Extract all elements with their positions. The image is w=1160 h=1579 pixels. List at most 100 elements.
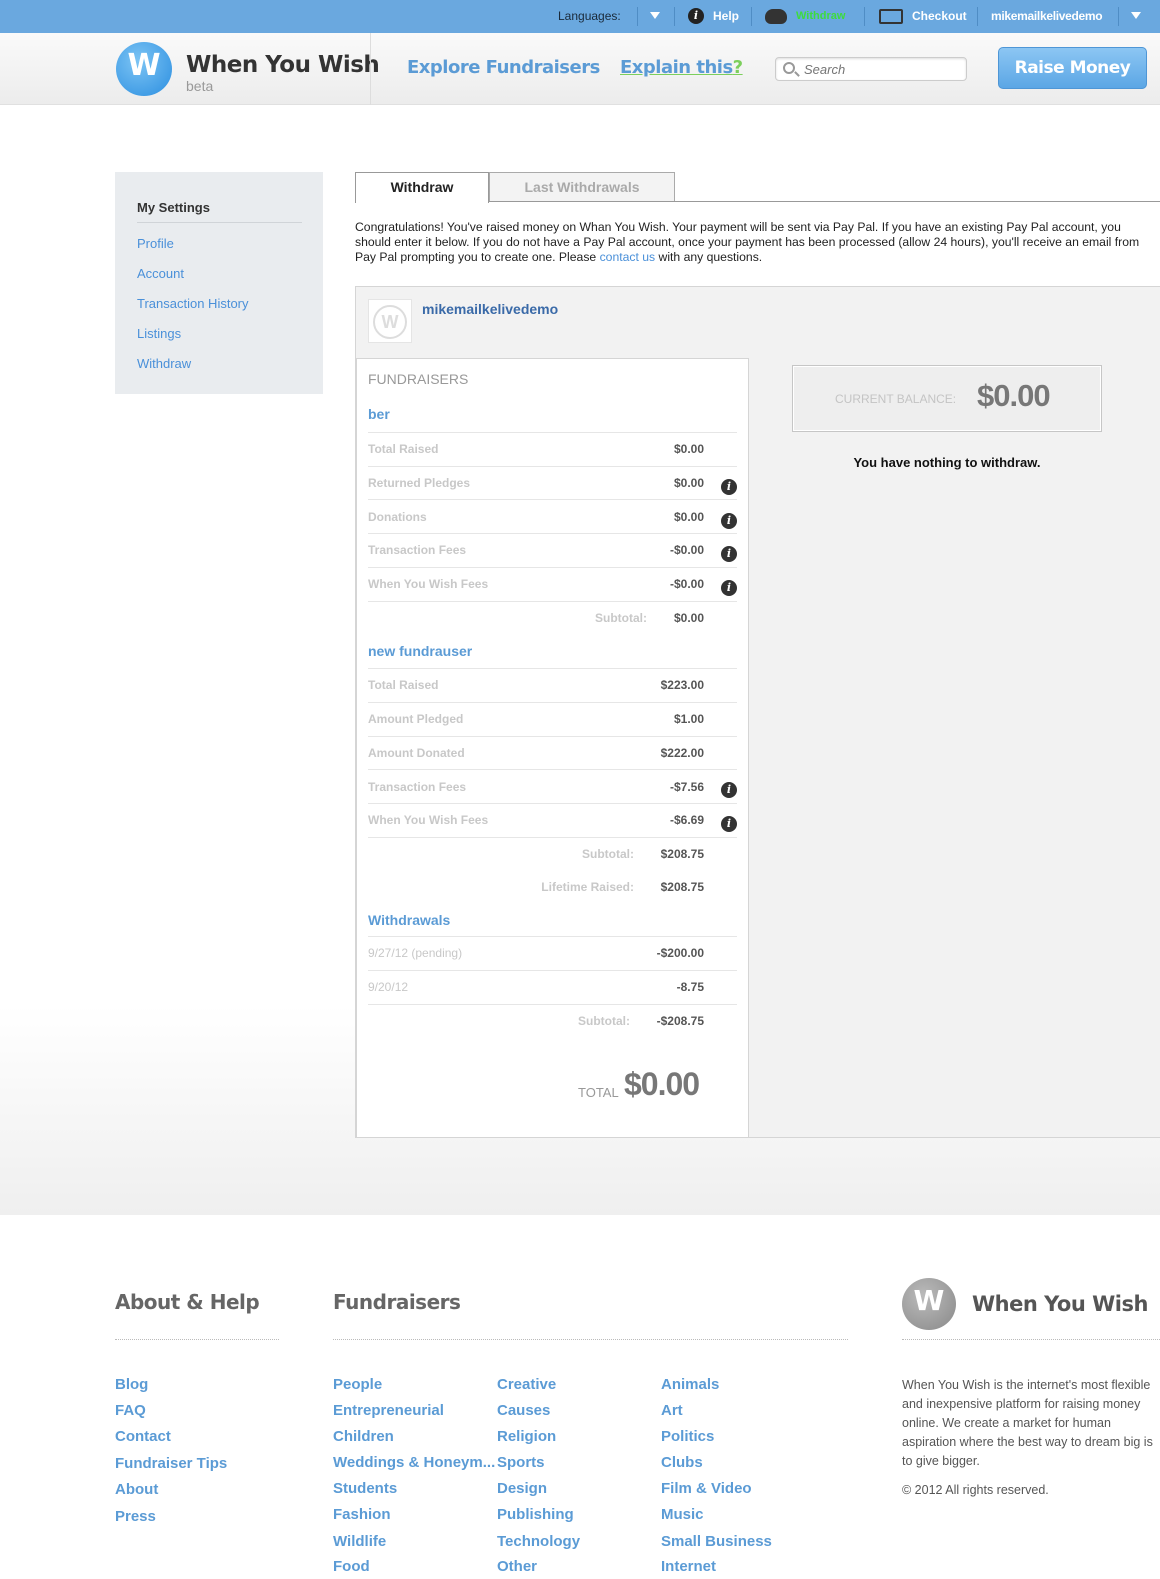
row-divider	[368, 803, 737, 804]
footer-link-press[interactable]: Press	[115, 1508, 156, 1525]
raise-money-button[interactable]: Raise Money	[998, 47, 1147, 89]
footer-category-link[interactable]: Art	[661, 1402, 683, 1419]
languages-dropdown[interactable]	[650, 12, 660, 19]
search-input[interactable]	[804, 61, 959, 77]
site-header: W When You Wish beta Explore Fundraisers…	[0, 33, 1160, 105]
current-balance-label: CURRENT BALANCE:	[835, 392, 957, 406]
row-label: When You Wish Fees	[368, 813, 489, 827]
explain-this-link[interactable]: Explain this?	[620, 57, 743, 78]
footer-category-link[interactable]: Weddings & Honeym...	[333, 1454, 495, 1471]
subtotal-value: $208.75	[660, 847, 704, 861]
checkout-link[interactable]: Checkout	[912, 0, 967, 33]
fundraiser-name[interactable]: ber	[368, 406, 390, 422]
search-icon	[783, 62, 795, 74]
sidebar-item-account[interactable]: Account	[137, 266, 184, 281]
avatar-logo-icon: W	[373, 305, 407, 339]
beta-label: beta	[186, 78, 214, 94]
footer-category-link[interactable]: Politics	[661, 1428, 714, 1445]
footer-category-link[interactable]: Creative	[497, 1376, 556, 1393]
explore-fundraisers-link[interactable]: Explore Fundraisers	[407, 57, 600, 78]
intro-text-end: with any questions.	[655, 250, 763, 264]
footer-category-link[interactable]: Film & Video	[661, 1480, 752, 1497]
user-menu-name[interactable]: mikemailkelivedemo	[991, 0, 1103, 33]
footer-category-link[interactable]: Religion	[497, 1428, 556, 1445]
sidebar-item-listings[interactable]: Listings	[137, 326, 181, 341]
footer-about-heading: About & Help	[115, 1290, 260, 1314]
divider	[864, 7, 865, 26]
row-divider	[368, 668, 737, 669]
sidebar-item-transaction-history[interactable]: Transaction History	[137, 296, 249, 311]
info-icon[interactable]: i	[721, 580, 737, 596]
footer-category-link[interactable]: Entrepreneurial	[333, 1402, 444, 1419]
fundraisers-title: FUNDRAISERS	[368, 371, 469, 387]
row-value: -$7.56	[669, 780, 704, 794]
logo-text[interactable]: When You Wish	[186, 52, 380, 78]
row-divider	[368, 567, 737, 568]
divider	[637, 7, 638, 26]
sidebar-item-withdraw[interactable]: Withdraw	[137, 356, 191, 371]
footer-category-link[interactable]: Children	[333, 1428, 394, 1445]
info-icon[interactable]: i	[721, 546, 737, 562]
account-username[interactable]: mikemailkelivedemo	[422, 301, 558, 317]
footer-link-faq[interactable]: FAQ	[115, 1402, 146, 1419]
tab-last-withdrawals[interactable]: Last Withdrawals	[489, 172, 675, 202]
row-divider	[368, 432, 737, 433]
divider	[902, 1339, 1160, 1340]
search-box[interactable]	[775, 57, 967, 81]
footer-category-link[interactable]: Clubs	[661, 1454, 703, 1471]
tab-withdraw[interactable]: Withdraw	[355, 172, 489, 203]
withdraw-link[interactable]: Withdraw	[796, 0, 845, 33]
divider	[333, 1339, 848, 1340]
footer-category-link[interactable]: Small Business	[661, 1533, 772, 1550]
info-icon[interactable]: i	[721, 816, 737, 832]
info-icon[interactable]: i	[721, 782, 737, 798]
footer-category-link[interactable]: Sports	[497, 1454, 545, 1471]
withdrawal-date: 9/20/12	[368, 980, 409, 994]
row-label: Transaction Fees	[368, 543, 467, 557]
footer-category-link[interactable]: People	[333, 1376, 382, 1393]
row-divider	[368, 837, 737, 838]
row-value: $222.00	[660, 746, 704, 760]
footer-category-link[interactable]: Causes	[497, 1402, 550, 1419]
footer-category-link[interactable]: Wildlife	[333, 1533, 386, 1550]
footer-link-contact[interactable]: Contact	[115, 1428, 171, 1445]
row-divider	[368, 601, 737, 602]
total-label: TOTAL	[578, 1085, 619, 1100]
row-value: $223.00	[660, 678, 704, 692]
user-menu-dropdown[interactable]	[1131, 12, 1141, 19]
contact-us-link[interactable]: contact us	[600, 250, 656, 264]
divider	[1118, 7, 1119, 26]
card-icon	[879, 9, 903, 24]
footer-link-fundraiser-tips[interactable]: Fundraiser Tips	[115, 1455, 227, 1472]
row-divider	[368, 936, 737, 937]
current-balance-value: $0.00	[977, 378, 1051, 413]
footer-category-link[interactable]: Fashion	[333, 1506, 391, 1523]
explain-this-label: Explain this	[620, 57, 733, 78]
footer-logo-icon: W	[902, 1278, 956, 1330]
subtotal-value: -$208.75	[656, 1014, 704, 1028]
footer-category-link[interactable]: Food	[333, 1558, 370, 1575]
info-icon[interactable]: i	[721, 513, 737, 529]
footer-link-blog[interactable]: Blog	[115, 1376, 148, 1393]
sidebar-title: My Settings	[137, 200, 210, 215]
row-divider	[368, 769, 737, 770]
footer-about-text: When You Wish is the internet's most fle…	[902, 1378, 1153, 1468]
footer-category-link[interactable]: Technology	[497, 1533, 580, 1550]
row-divider	[368, 499, 737, 500]
footer-category-link[interactable]: Publishing	[497, 1506, 574, 1523]
footer-category-link[interactable]: Music	[661, 1506, 704, 1523]
help-link[interactable]: Help	[713, 0, 739, 33]
footer-category-link[interactable]: Internet	[661, 1558, 716, 1575]
withdraw-intro-text: Congratulations! You've raised money on …	[355, 220, 1150, 265]
sidebar-item-profile[interactable]: Profile	[137, 236, 174, 251]
info-icon[interactable]: i	[721, 479, 737, 495]
fundraiser-name[interactable]: new fundrauser	[368, 643, 472, 659]
footer-category-link[interactable]: Design	[497, 1480, 547, 1497]
logo-icon[interactable]: W	[116, 42, 172, 96]
footer-category-link[interactable]: Animals	[661, 1376, 719, 1393]
withdrawal-amount: -$200.00	[656, 946, 704, 960]
footer-category-link[interactable]: Students	[333, 1480, 397, 1497]
footer-link-about[interactable]: About	[115, 1481, 158, 1498]
nothing-to-withdraw-message: You have nothing to withdraw.	[853, 455, 1041, 470]
footer-category-link[interactable]: Other	[497, 1558, 537, 1575]
